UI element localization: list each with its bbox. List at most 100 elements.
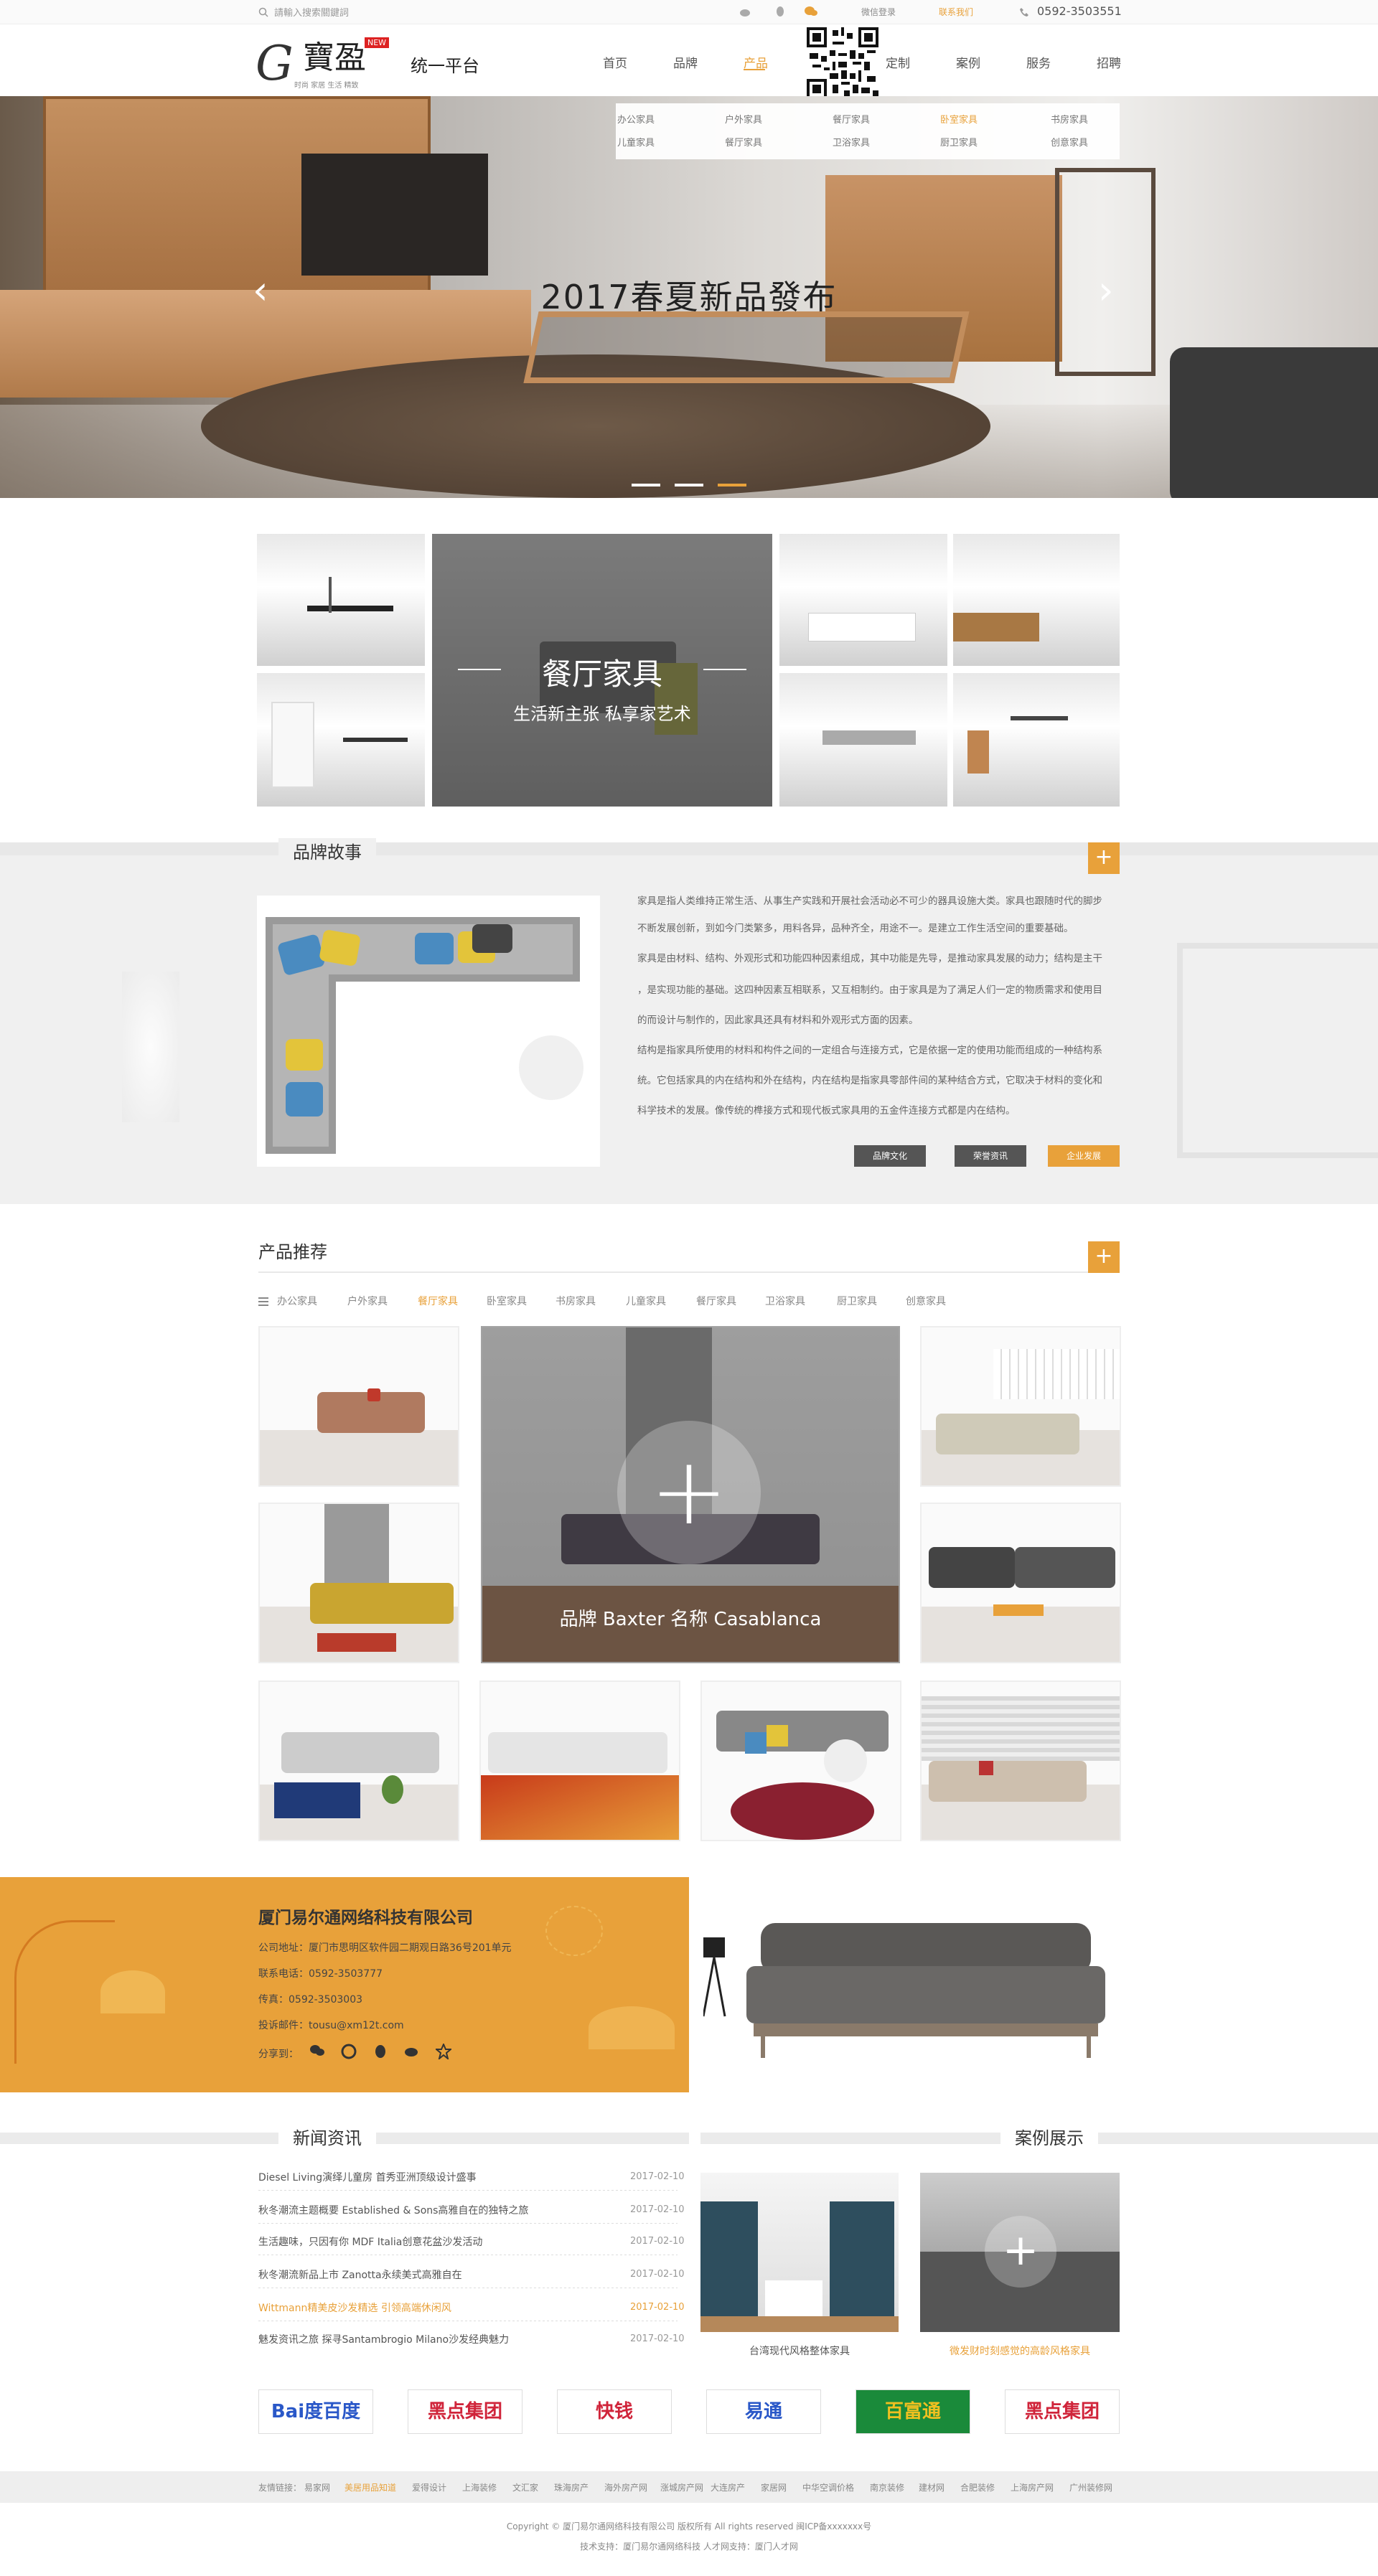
wechat-login-link[interactable]: 微信登录: [861, 6, 896, 18]
partner-logo-heidian-2[interactable]: 黑点集团: [1005, 2389, 1120, 2434]
product-card[interactable]: [479, 1680, 680, 1841]
nav-cases[interactable]: 案例: [956, 53, 980, 71]
nav-custom[interactable]: 定制: [886, 53, 910, 71]
hero-dot-2[interactable]: [675, 484, 703, 486]
friend-link[interactable]: 上海房产网: [1011, 2481, 1054, 2493]
nav-jobs[interactable]: 招聘: [1097, 53, 1121, 71]
development-button[interactable]: 企业发展: [1048, 1145, 1120, 1167]
friend-link[interactable]: 文汇家: [512, 2481, 538, 2493]
qq-share-icon[interactable]: [372, 2044, 389, 2061]
category-tile-bedroom[interactable]: [779, 534, 947, 666]
product-tab[interactable]: 餐厅家具: [696, 1294, 736, 1308]
dropdown-item[interactable]: 厨卫家具: [940, 135, 978, 149]
product-card[interactable]: [258, 1326, 459, 1487]
case-image[interactable]: +: [920, 2173, 1120, 2332]
friend-link[interactable]: 广州装修网: [1069, 2481, 1112, 2493]
star-share-icon[interactable]: [434, 2042, 453, 2061]
friend-link[interactable]: 上海装修: [462, 2481, 497, 2493]
news-item[interactable]: Wittmann精美皮沙发精选 引领高端休闲风: [258, 2300, 678, 2315]
product-card[interactable]: [258, 1503, 459, 1663]
product-tab[interactable]: 卧室家具: [487, 1294, 527, 1308]
wechat-share-icon[interactable]: [309, 2044, 326, 2061]
news-item[interactable]: 秋冬潮流新品上市 Zanotta永续美式高雅自在: [258, 2267, 678, 2282]
partner-logo-baifutong[interactable]: 百富通: [856, 2389, 970, 2434]
logo-letter[interactable]: G: [256, 36, 294, 91]
dropdown-item[interactable]: 户外家具: [725, 112, 762, 126]
search-icon[interactable]: [258, 6, 268, 20]
nav-brand[interactable]: 品牌: [673, 53, 698, 71]
dropdown-item[interactable]: 卧室家具: [940, 112, 978, 126]
news-item[interactable]: 魅发资讯之旅 探寻Santambrogio Milano沙发经典魅力: [258, 2332, 678, 2346]
product-tab[interactable]: 餐厅家具: [418, 1294, 458, 1308]
partner-logo-heidian[interactable]: 黑点集团: [408, 2389, 522, 2434]
product-tab[interactable]: 厨卫家具: [837, 1294, 877, 1308]
category-tile-office[interactable]: [257, 534, 425, 666]
friend-link[interactable]: 易家网: [304, 2481, 330, 2493]
wechat-icon[interactable]: [804, 5, 818, 19]
product-card[interactable]: [920, 1326, 1121, 1487]
friend-link[interactable]: 建材网: [919, 2481, 945, 2493]
friend-link[interactable]: 中华空调价格: [802, 2481, 854, 2493]
weibo-share-icon[interactable]: [403, 2044, 421, 2061]
plus-icon[interactable]: +: [617, 1421, 761, 1564]
product-card[interactable]: [700, 1680, 901, 1841]
product-card[interactable]: [920, 1680, 1121, 1841]
nav-home[interactable]: 首页: [603, 53, 627, 71]
partner-logo-baidu[interactable]: Bai度百度: [258, 2389, 373, 2434]
category-tile-study[interactable]: [257, 673, 425, 807]
dropdown-item[interactable]: 儿童家具: [617, 135, 655, 149]
contact-us-link[interactable]: 联系我们: [939, 6, 973, 18]
friend-link[interactable]: 合肥装修: [960, 2481, 995, 2493]
qq-icon[interactable]: [774, 5, 788, 19]
case-caption[interactable]: 微发财时刻感觉的高龄风格家具: [920, 2344, 1120, 2358]
product-card[interactable]: [920, 1503, 1121, 1663]
menu-icon[interactable]: [258, 1295, 268, 1309]
product-card[interactable]: [258, 1680, 459, 1841]
hero-dot-1[interactable]: [632, 484, 660, 486]
product-tab[interactable]: 卫浴家具: [765, 1294, 805, 1308]
product-tab[interactable]: 户外家具: [347, 1294, 388, 1308]
friend-link[interactable]: 珠海房产: [554, 2481, 589, 2493]
dropdown-item[interactable]: 创意家具: [1051, 135, 1088, 149]
category-tile-living[interactable]: [953, 534, 1120, 666]
news-item[interactable]: 秋冬潮流主题概要 Established & Sons高雅自在的独特之旅: [258, 2203, 678, 2217]
products-more-button[interactable]: +: [1088, 1241, 1120, 1273]
moments-share-icon[interactable]: [340, 2044, 357, 2061]
logo-title[interactable]: 寶盈: [303, 32, 366, 77]
friend-link[interactable]: 大连房产: [711, 2481, 745, 2493]
friend-link[interactable]: 美居用品知道: [344, 2481, 396, 2493]
news-date: 2017-02-10: [630, 2236, 685, 2247]
product-tab[interactable]: 书房家具: [556, 1294, 596, 1308]
category-tile-table[interactable]: [953, 673, 1120, 807]
hero-dot-3[interactable]: [718, 484, 746, 486]
partner-logo-kuaiqian[interactable]: 快钱: [557, 2389, 672, 2434]
category-tile-kitchen[interactable]: [779, 673, 947, 807]
friend-link[interactable]: 家居网: [761, 2481, 787, 2493]
honor-button[interactable]: 荣誉资讯: [955, 1145, 1026, 1167]
weibo-icon[interactable]: [739, 5, 754, 19]
hero-prev-arrow-icon[interactable]: ‹: [253, 271, 268, 310]
dropdown-item[interactable]: 餐厅家具: [725, 135, 762, 149]
case-plus-icon[interactable]: +: [985, 2216, 1056, 2288]
dropdown-item[interactable]: 办公家具: [617, 112, 655, 126]
friend-link[interactable]: 南京装修: [870, 2481, 904, 2493]
friend-link[interactable]: 爱得设计: [412, 2481, 446, 2493]
brand-culture-button[interactable]: 品牌文化: [854, 1145, 926, 1167]
case-caption[interactable]: 台湾现代风格整体家具: [700, 2344, 899, 2358]
friend-link[interactable]: 海外房产网: [604, 2481, 647, 2493]
news-item[interactable]: Diesel Living演绎儿童房 首秀亚洲顶级设计盛事: [258, 2170, 678, 2184]
news-item[interactable]: 生活趣味，只因有你 MDF Italia创意花盆沙发活动: [258, 2234, 678, 2249]
product-tab[interactable]: 创意家具: [906, 1294, 946, 1308]
dropdown-item[interactable]: 书房家具: [1051, 112, 1088, 126]
product-tab[interactable]: 儿童家具: [626, 1294, 666, 1308]
hero-next-arrow-icon[interactable]: ›: [1098, 271, 1114, 310]
story-more-button[interactable]: +: [1088, 842, 1120, 874]
friend-link[interactable]: 涨城房产网: [660, 2481, 703, 2493]
partner-logo-yitong[interactable]: 易通: [706, 2389, 821, 2434]
dropdown-item[interactable]: 卫浴家具: [833, 135, 870, 149]
search-input[interactable]: 請輸入搜索關鍵詞: [274, 5, 349, 19]
product-tab[interactable]: 办公家具: [277, 1294, 317, 1308]
case-image[interactable]: [700, 2173, 899, 2332]
nav-service[interactable]: 服务: [1026, 53, 1051, 71]
dropdown-item[interactable]: 餐厅家具: [833, 112, 870, 126]
